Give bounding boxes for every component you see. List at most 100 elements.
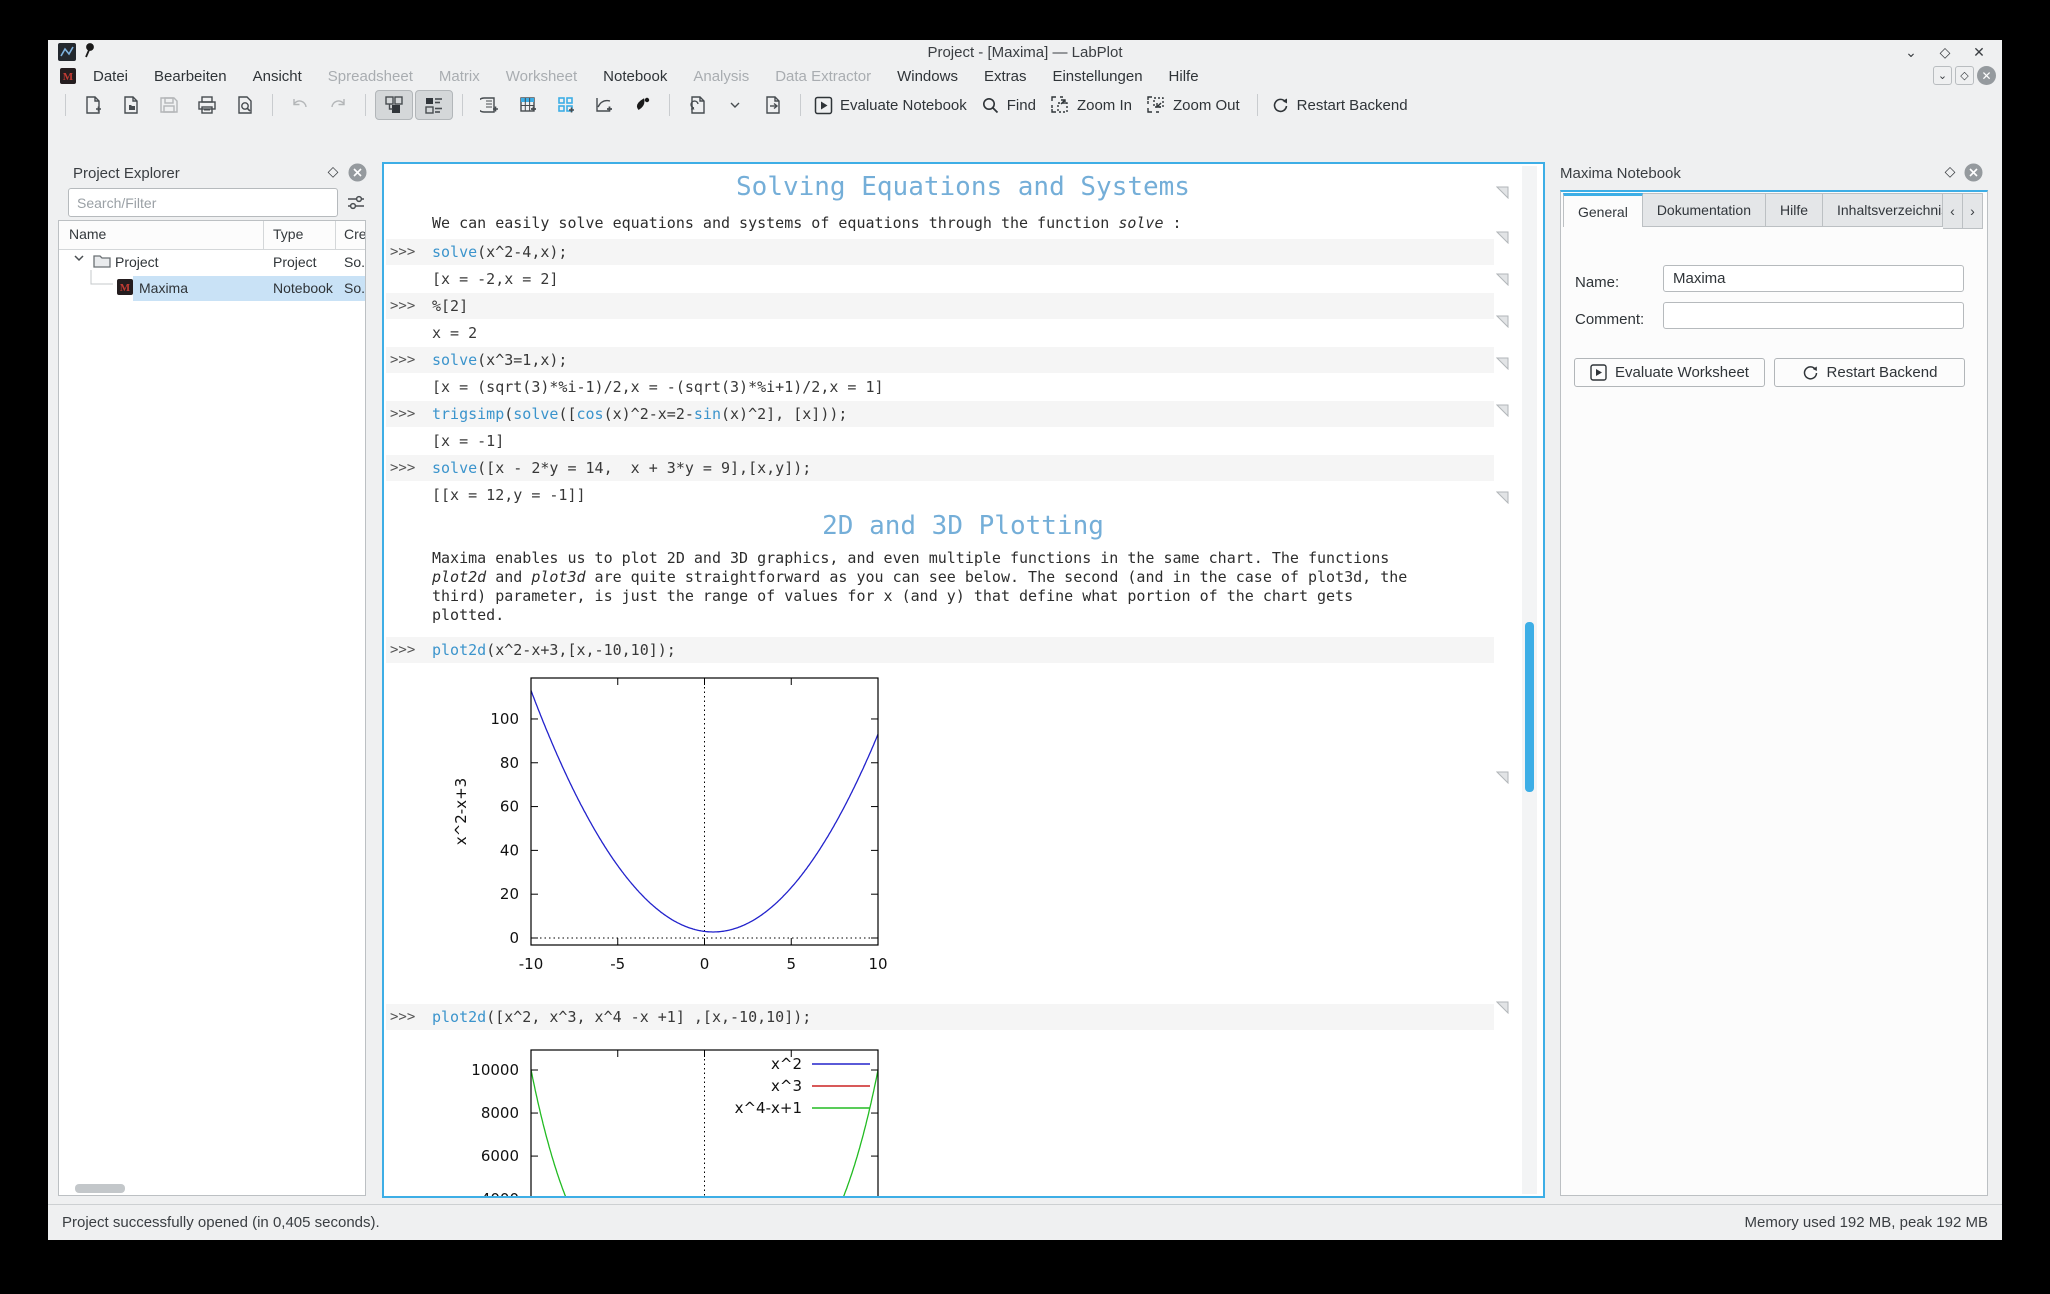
close-icon[interactable]: ✕	[1970, 43, 1988, 61]
new-datapicker-button[interactable]	[624, 91, 660, 119]
toolbar-separator	[800, 94, 801, 116]
code-input[interactable]: solve(x^2-4,x);	[432, 243, 567, 261]
dock-close-icon[interactable]	[348, 163, 367, 182]
maxima-icon: M	[117, 279, 133, 295]
subwindow-restore-icon[interactable]: ⌄	[1933, 66, 1952, 85]
name-label: Name:	[1575, 274, 1620, 291]
status-message: Project successfully opened (in 0,405 se…	[62, 1214, 380, 1231]
cell-fold-icon[interactable]	[1496, 273, 1509, 286]
expander-icon[interactable]	[73, 252, 85, 264]
menu-notebook[interactable]: Notebook	[590, 64, 680, 88]
code-input[interactable]: solve(x^3=1,x);	[432, 351, 567, 369]
svg-text:0: 0	[509, 929, 519, 947]
svg-text:x^4-x+1: x^4-x+1	[735, 1099, 802, 1117]
cell-fold-icon[interactable]	[1496, 231, 1509, 244]
prompt: >>>	[390, 406, 416, 422]
svg-text:M: M	[120, 282, 131, 294]
labplot-window: Project - [Maxima] — LabPlot ⌄ ◇ ✕ M Dat…	[48, 40, 2002, 1240]
scrollbar-thumb[interactable]	[1525, 622, 1534, 792]
new-document-button[interactable]	[75, 91, 111, 119]
code-input[interactable]: %[2]	[432, 297, 468, 315]
properties-toggle-button[interactable]	[415, 90, 453, 120]
table-row[interactable]: M Maxima Notebook So. Jan. 2 18:	[59, 270, 365, 301]
print-preview-button[interactable]	[227, 91, 263, 119]
dock-close-icon[interactable]	[1964, 163, 1983, 182]
notebook-view[interactable]: Solving Equations and Systems We can easi…	[382, 162, 1545, 1198]
dock-float-icon[interactable]: ◇	[1941, 162, 1959, 180]
dock-float-icon[interactable]: ◇	[324, 162, 342, 180]
tree-header[interactable]: Name Type Created	[59, 221, 365, 250]
svg-text:40: 40	[500, 841, 519, 859]
cell-fold-icon[interactable]	[1496, 1001, 1509, 1014]
code-input-cell[interactable]	[386, 293, 1494, 319]
tab-hilfe[interactable]: Hilfe	[1765, 193, 1823, 227]
svg-text:5: 5	[786, 955, 796, 973]
cell-fold-icon[interactable]	[1496, 771, 1509, 784]
code-input[interactable]: solve([x - 2*y = 14, x + 3*y = 9],[x,y])…	[432, 459, 811, 477]
cell-fold-icon[interactable]	[1496, 315, 1509, 328]
restart-backend-button[interactable]: Restart Backend	[1774, 358, 1965, 387]
search-input[interactable]: Search/Filter	[68, 188, 338, 217]
subwindow-close-icon[interactable]: ✕	[1977, 66, 1996, 85]
undo-icon	[290, 95, 310, 115]
import-icon	[687, 95, 707, 115]
menu-hilfe[interactable]: Hilfe	[1156, 64, 1212, 88]
cell-fold-icon[interactable]	[1496, 357, 1509, 370]
code-input[interactable]: trigsimp(solve([cos(x)^2-x=2-sin(x)^2], …	[432, 405, 847, 423]
tab-inhaltsverzeichnis[interactable]: Inhaltsverzeichnis	[1823, 193, 1943, 227]
tab-general[interactable]: General	[1563, 193, 1643, 227]
cell-fold-icon[interactable]	[1496, 491, 1509, 504]
horizontal-scrollbar[interactable]	[63, 1183, 361, 1194]
menu-windows[interactable]: Windows	[884, 64, 971, 88]
menu-extras[interactable]: Extras	[971, 64, 1040, 88]
titlebar[interactable]: Project - [Maxima] — LabPlot ⌄ ◇ ✕	[48, 40, 2002, 64]
zoom-out-button[interactable]: Zoom Out	[1142, 91, 1248, 119]
project-explorer-toggle-button[interactable]	[375, 90, 413, 120]
toolbar-button-label: Zoom In	[1076, 96, 1132, 114]
export-button[interactable]	[755, 91, 791, 119]
menu-ansicht[interactable]: Ansicht	[240, 64, 315, 88]
comment-field[interactable]	[1663, 302, 1964, 329]
svg-text:8000: 8000	[481, 1104, 519, 1122]
tab-scroll-right-icon[interactable]: ›	[1963, 193, 1983, 229]
find-button[interactable]: Find	[977, 91, 1044, 119]
undo-button	[282, 91, 318, 119]
svg-text:-5: -5	[610, 955, 625, 973]
menu-einstellungen[interactable]: Einstellungen	[1039, 64, 1155, 88]
evaluate-worksheet-button[interactable]: Evaluate Worksheet	[1574, 358, 1765, 387]
cell-fold-icon[interactable]	[1496, 186, 1509, 199]
redo-button	[320, 91, 356, 119]
zoom-in-button[interactable]: Zoom In	[1046, 91, 1140, 119]
new-worksheet-button[interactable]	[586, 91, 622, 119]
code-output: [x = -1]	[432, 432, 505, 450]
maximize-icon[interactable]: ◇	[1936, 43, 1954, 61]
vertical-scrollbar[interactable]	[1522, 166, 1537, 1194]
tab-dokumentation[interactable]: Dokumentation	[1642, 193, 1766, 227]
tab-scroll-left-icon[interactable]: ‹	[1943, 193, 1963, 229]
notebook-text: third) parameter, is just the range of v…	[432, 587, 1354, 605]
new-spreadsheet-button[interactable]	[510, 91, 546, 119]
open-document-button[interactable]	[113, 91, 149, 119]
name-field[interactable]	[1663, 265, 1964, 292]
import-button[interactable]	[679, 91, 715, 119]
menu-bearbeiten[interactable]: Bearbeiten	[141, 64, 240, 88]
minimize-icon[interactable]: ⌄	[1902, 43, 1920, 61]
menu-datei[interactable]: Datei	[80, 64, 141, 88]
svg-text:100: 100	[490, 710, 519, 728]
evaluate-notebook-button[interactable]: Evaluate Notebook	[810, 91, 975, 119]
open-document-icon	[121, 95, 141, 115]
print-button[interactable]	[189, 91, 225, 119]
toolbar-button-label: Restart Backend	[1296, 96, 1408, 114]
svg-text:x^2: x^2	[771, 1055, 802, 1073]
new-workbook-icon	[480, 95, 500, 115]
code-input[interactable]: plot2d(x^2-x+3,[x,-10,10]);	[432, 641, 676, 659]
item-created: So. Jan. 2 18:	[344, 254, 366, 270]
chevron-down-button[interactable]	[717, 91, 753, 119]
filter-icon[interactable]	[347, 195, 365, 211]
new-matrix-button[interactable]	[548, 91, 584, 119]
toolbar-button-label: Evaluate Notebook	[840, 96, 967, 114]
subwindow-maximize-icon[interactable]: ◇	[1955, 66, 1974, 85]
new-workbook-button[interactable]	[472, 91, 508, 119]
cell-fold-icon[interactable]	[1496, 404, 1509, 417]
restart-backend-button[interactable]: Restart Backend	[1267, 91, 1416, 119]
